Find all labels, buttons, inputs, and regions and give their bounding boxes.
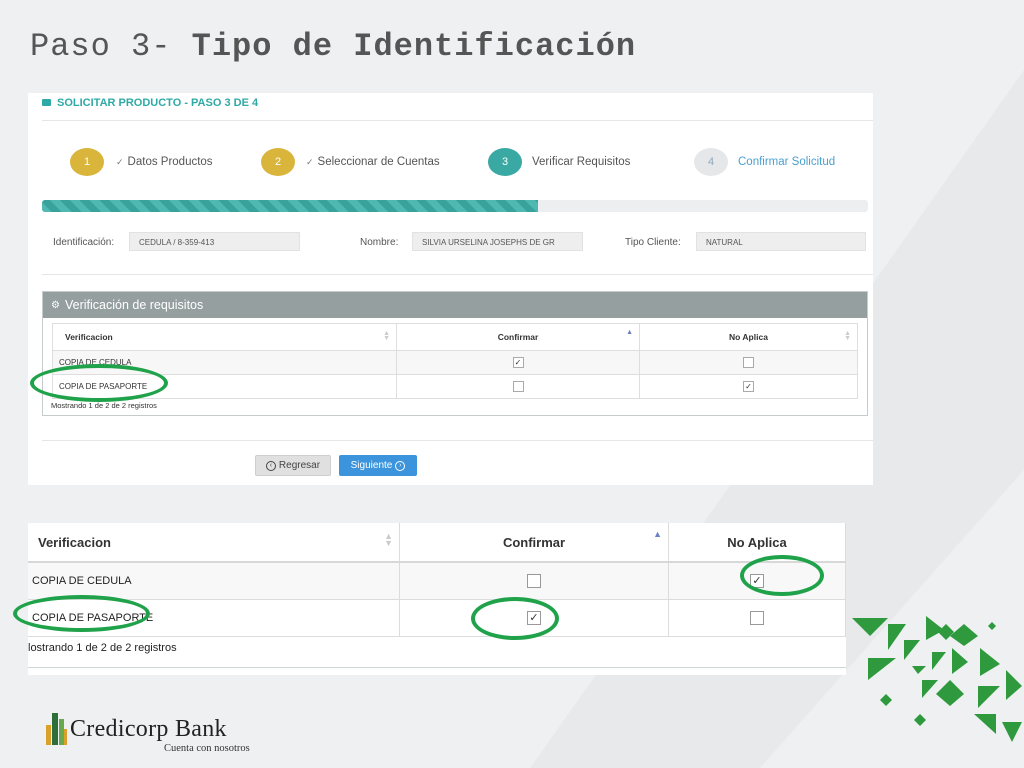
divider bbox=[42, 440, 873, 441]
regresar-label: Regresar bbox=[278, 460, 321, 471]
requirement-name: COPIA DE CEDULA bbox=[52, 350, 397, 375]
arrow-left-icon: ‹ bbox=[265, 460, 276, 471]
zoomed-requirements-table: Verificacion ▲ ▼ Confirmar ▲ No Aplica COPI… bbox=[28, 523, 846, 637]
step-number: 1 bbox=[70, 148, 104, 176]
table-info: Mostrando 1 de 2 de 2 registros bbox=[51, 401, 157, 410]
tipo-cliente-label: Tipo Cliente: bbox=[625, 237, 681, 248]
requirement-name: COPIA DE PASAPORTE bbox=[28, 599, 400, 637]
sort-ascending-icon: ▲ bbox=[626, 329, 633, 336]
requirement-name: COPIA DE PASAPORTE bbox=[52, 374, 397, 399]
step-text: Confirmar Solicitud bbox=[738, 156, 836, 168]
form-screenshot: SOLICITAR PRODUCTO - PASO 3 DE 4 1 ✓ Dato… bbox=[28, 93, 873, 485]
confirmar-checkbox[interactable]: ✓ bbox=[512, 357, 524, 368]
no-aplica-checkbox[interactable] bbox=[743, 357, 754, 368]
table-info: lostrando 1 de 2 de 2 registros bbox=[28, 642, 177, 654]
column-header-verificacion[interactable]: Verificacion ▲ ▼ bbox=[52, 323, 397, 351]
divider bbox=[42, 120, 873, 121]
slide-title-prefix: Paso 3- bbox=[30, 28, 172, 65]
table-row: COPIA DE CEDULA ✓ bbox=[52, 350, 858, 375]
table-row: COPIA DE PASAPORTE ✓ bbox=[52, 374, 858, 399]
column-header-no-aplica[interactable]: No Aplica ▲ ▼ bbox=[639, 323, 858, 351]
column-header-no-aplica[interactable]: No Aplica bbox=[668, 523, 846, 563]
step-4[interactable]: 4 Confirmar Solicitud bbox=[694, 148, 835, 176]
check-icon: ✓ bbox=[116, 157, 124, 167]
folder-icon bbox=[42, 98, 51, 106]
arrow-right-icon: › bbox=[395, 460, 406, 471]
gears-icon: ⚙ bbox=[51, 299, 60, 311]
verification-panel-title: Verificación de requisitos bbox=[64, 298, 204, 312]
table-row: COPIA DE PASAPORTE ✓ bbox=[28, 599, 846, 637]
column-header-confirmar[interactable]: Confirmar ▲ bbox=[399, 523, 669, 563]
step-label: ✓ Seleccionar de Cuentas bbox=[306, 156, 440, 168]
check-icon: ✓ bbox=[306, 157, 314, 167]
decorative-triangles bbox=[852, 616, 1022, 742]
nombre-label: Nombre: bbox=[360, 237, 399, 248]
table-header-row: Verificacion ▲ ▼ Confirmar ▲ No Aplica ▲ ▼ bbox=[52, 323, 858, 351]
divider bbox=[28, 667, 846, 668]
sort-icon: ▲ ▼ bbox=[384, 531, 393, 548]
step-number: 3 bbox=[488, 148, 522, 176]
step-text: Seleccionar de Cuentas bbox=[317, 156, 440, 168]
logo-name: Credicorp Bank bbox=[70, 716, 227, 742]
column-header-verificacion[interactable]: Verificacion ▲ ▼ bbox=[28, 523, 400, 563]
verification-panel: ⚙ Verificación de requisitos Verificacio… bbox=[42, 291, 868, 416]
table-header-row: Verificacion ▲ ▼ Confirmar ▲ No Aplica bbox=[28, 523, 846, 563]
confirmar-checkbox[interactable]: ✓ bbox=[527, 611, 541, 625]
siguiente-button[interactable]: Siguiente › bbox=[339, 455, 417, 476]
no-aplica-checkbox[interactable]: ✓ bbox=[750, 574, 764, 588]
sort-icon: ▲ ▼ bbox=[844, 330, 851, 342]
confirmar-checkbox[interactable] bbox=[512, 381, 524, 392]
panel-heading-text: SOLICITAR PRODUCTO - PASO 3 DE 4 bbox=[57, 97, 259, 109]
progress-fill bbox=[42, 200, 538, 212]
identificacion-field[interactable]: CEDULA / 8-359-413 bbox=[129, 232, 300, 251]
credicorp-logo-icon bbox=[46, 713, 67, 745]
column-header-confirmar[interactable]: Confirmar ▲ bbox=[396, 323, 640, 351]
step-2[interactable]: 2 ✓ Seleccionar de Cuentas bbox=[261, 148, 440, 176]
slide-title: Paso 3- Tipo de Identificación bbox=[30, 28, 636, 65]
regresar-button[interactable]: ‹ Regresar bbox=[255, 455, 331, 476]
no-aplica-checkbox[interactable] bbox=[750, 611, 764, 625]
requirements-table: Verificacion ▲ ▼ Confirmar ▲ No Aplica ▲ ▼ CO… bbox=[52, 323, 858, 399]
sort-ascending-icon: ▲ bbox=[653, 529, 662, 539]
table-row: COPIA DE CEDULA ✓ bbox=[28, 562, 846, 600]
step-number: 4 bbox=[694, 148, 728, 176]
step-1[interactable]: 1 ✓ Datos Productos bbox=[70, 148, 213, 176]
no-aplica-checkbox[interactable]: ✓ bbox=[743, 381, 754, 392]
sort-icon: ▲ ▼ bbox=[383, 330, 390, 342]
step-3[interactable]: 3 Verificar Requisitos bbox=[488, 148, 630, 176]
zoomed-table-screenshot: Verificacion ▲ ▼ Confirmar ▲ No Aplica COPI… bbox=[28, 523, 846, 675]
panel-heading: SOLICITAR PRODUCTO - PASO 3 DE 4 bbox=[42, 97, 258, 109]
step-text: Datos Productos bbox=[127, 156, 213, 168]
siguiente-label: Siguiente bbox=[350, 460, 393, 471]
logo-tagline: Cuenta con nosotros bbox=[164, 743, 250, 754]
step-number: 2 bbox=[261, 148, 295, 176]
step-label: ✓ Datos Productos bbox=[116, 156, 213, 168]
identificacion-label: Identificación: bbox=[53, 237, 115, 248]
slide-title-bold: Tipo de Identificación bbox=[191, 28, 637, 65]
divider bbox=[42, 274, 873, 275]
progress-bar bbox=[42, 200, 868, 212]
tipo-cliente-field[interactable]: NATURAL bbox=[696, 232, 866, 251]
step-text: Verificar Requisitos bbox=[532, 156, 631, 168]
requirement-name: COPIA DE CEDULA bbox=[28, 562, 400, 600]
confirmar-checkbox[interactable] bbox=[527, 574, 541, 588]
nombre-field[interactable]: SILVIA URSELINA JOSEPHS DE GR bbox=[412, 232, 583, 251]
verification-panel-header: ⚙ Verificación de requisitos bbox=[43, 292, 867, 318]
